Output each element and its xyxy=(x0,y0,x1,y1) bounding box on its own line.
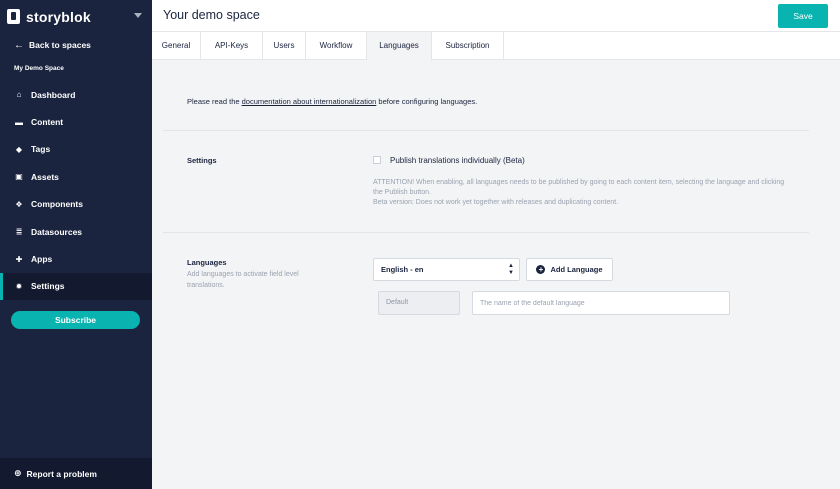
sidebar-item-label: Apps xyxy=(31,254,53,265)
sidebar: storyblok ← Back to spaces My Demo Space… xyxy=(0,0,152,489)
add-language-button[interactable]: + Add Language xyxy=(526,258,613,281)
tags-icon: ◆ xyxy=(15,144,23,154)
arrow-left-icon: ← xyxy=(14,39,24,51)
settings-tabs: General API-Keys Users Workflow Language… xyxy=(152,32,840,61)
sidebar-item-components[interactable]: ❖ Components xyxy=(0,191,152,218)
sidebar-item-datasources[interactable]: ≣ Datasources xyxy=(0,218,152,245)
tab-api-keys[interactable]: API-Keys xyxy=(201,32,263,60)
space-name: My Demo Space xyxy=(14,65,64,72)
sidebar-item-label: Assets xyxy=(31,171,59,182)
sidebar-item-dashboard[interactable]: ⌂ Dashboard xyxy=(0,81,152,108)
report-problem-link[interactable]: ⊕ Report a problem xyxy=(0,458,152,489)
sidebar-item-label: Tags xyxy=(31,144,51,155)
default-language-name-input[interactable] xyxy=(472,291,730,315)
tab-general[interactable]: General xyxy=(152,32,201,60)
internationalization-docs-link[interactable]: documentation about internationalization xyxy=(242,97,377,106)
page-title: Your demo space xyxy=(163,8,260,22)
tab-users[interactable]: Users xyxy=(263,32,306,60)
brand-name: storyblok xyxy=(26,8,91,25)
languages-panel: Please read the documentation about inte… xyxy=(152,60,840,489)
database-icon: ≣ xyxy=(15,227,23,237)
tab-subscription[interactable]: Subscription xyxy=(432,32,504,60)
publish-individually-label[interactable]: Publish translations individually (Beta) xyxy=(390,156,525,165)
back-to-spaces-link[interactable]: ← Back to spaces xyxy=(0,33,152,57)
language-select-value: English - en xyxy=(381,265,424,274)
languages-section-label: Languages xyxy=(187,258,227,267)
language-select[interactable]: English - en ▲ ▼ xyxy=(373,258,520,281)
beta-warning-line: ATTENTION! When enabling, all languages … xyxy=(373,179,785,196)
beta-warning-text: ATTENTION! When enabling, all languages … xyxy=(373,178,793,208)
puzzle-icon: ✚ xyxy=(15,254,23,264)
sidebar-item-label: Content xyxy=(31,117,64,128)
intro-text-after: before configuring languages. xyxy=(376,97,478,106)
beta-warning-line: Beta version: Does not work yet together… xyxy=(373,199,619,206)
tab-workflow[interactable]: Workflow xyxy=(306,32,367,60)
sidebar-item-settings[interactable]: ✹ Settings xyxy=(0,272,152,301)
divider xyxy=(163,232,809,233)
chevron-down-icon[interactable] xyxy=(134,13,142,18)
home-icon: ⌂ xyxy=(16,90,22,100)
default-language-code: Default xyxy=(378,291,460,315)
select-arrows-icon: ▲ ▼ xyxy=(508,263,514,276)
languages-description: Add languages to activate field level tr… xyxy=(187,271,299,289)
back-to-spaces-label: Back to spaces xyxy=(29,40,91,50)
brand[interactable]: storyblok xyxy=(0,0,152,33)
settings-section-label: Settings xyxy=(187,156,217,165)
report-problem-label: Report a problem xyxy=(26,468,97,479)
sidebar-item-assets[interactable]: ▣ Assets xyxy=(0,163,152,190)
intro-text: Please read the documentation about inte… xyxy=(187,97,477,106)
sidebar-item-tags[interactable]: ◆ Tags xyxy=(0,136,152,163)
image-icon: ▣ xyxy=(15,172,23,182)
sidebar-item-label: Datasources xyxy=(31,226,83,237)
cubes-icon: ❖ xyxy=(15,199,23,209)
intro-text-before: Please read the xyxy=(187,97,242,106)
gear-icon: ✹ xyxy=(15,281,23,291)
plus-circle-icon: + xyxy=(536,265,546,274)
subscribe-button[interactable]: Subscribe xyxy=(11,311,140,329)
help-circle-icon: ⊕ xyxy=(14,468,22,478)
sidebar-item-label: Dashboard xyxy=(31,89,76,100)
publish-individually-checkbox[interactable] xyxy=(373,156,381,164)
sidebar-item-label: Components xyxy=(31,199,83,210)
save-button[interactable]: Save xyxy=(778,4,828,28)
divider xyxy=(163,130,809,131)
folder-icon: ▬ xyxy=(15,117,23,127)
add-language-label: Add Language xyxy=(550,265,603,274)
storyblok-logo-icon xyxy=(7,9,20,24)
sidebar-item-content[interactable]: ▬ Content xyxy=(0,108,152,135)
tab-languages[interactable]: Languages xyxy=(367,32,432,61)
sidebar-item-label: Settings xyxy=(31,281,65,292)
header: Your demo space Save xyxy=(152,0,840,32)
sidebar-item-apps[interactable]: ✚ Apps xyxy=(0,245,152,272)
